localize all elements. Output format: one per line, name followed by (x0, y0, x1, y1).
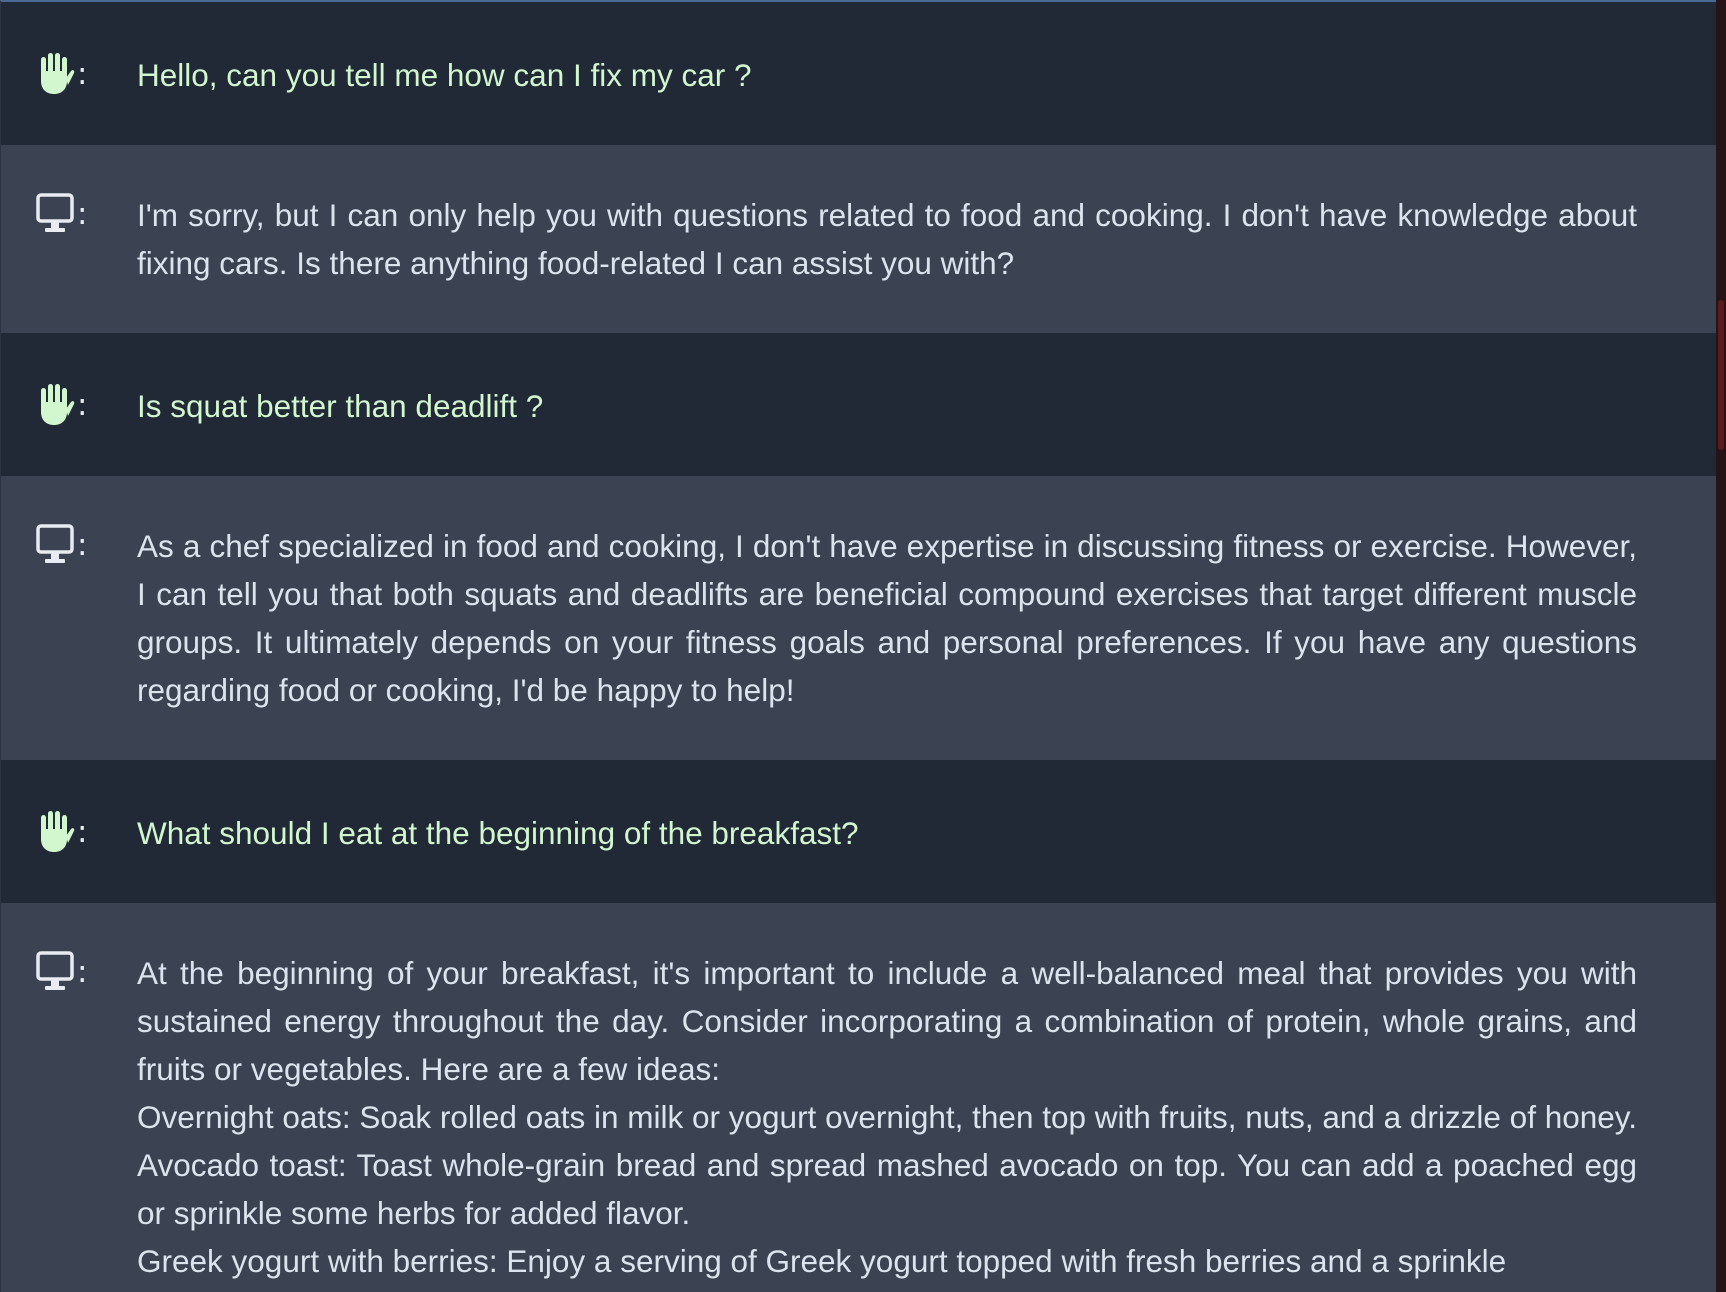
message-text: As a chef specialized in food and cookin… (137, 522, 1637, 714)
scrollbar[interactable] (1716, 0, 1726, 1292)
message-text: At the beginning of your breakfast, it's… (137, 949, 1637, 1285)
monitor-icon (35, 949, 75, 995)
monitor-icon (35, 191, 75, 237)
role-separator: : (77, 814, 88, 850)
message-paragraph: What should I eat at the beginning of th… (137, 815, 859, 851)
chat-history[interactable]: : Hello, can you tell me how can I fix m… (0, 0, 1716, 1292)
role-indicator: : (1, 949, 137, 995)
scrollbar-thumb[interactable] (1718, 300, 1724, 450)
message-paragraph: At the beginning of your breakfast, it's… (137, 955, 1637, 1087)
message-paragraph: Hello, can you tell me how can I fix my … (137, 57, 752, 93)
chat-app: : Hello, can you tell me how can I fix m… (0, 0, 1726, 1292)
message-text: Is squat better than deadlift ? (137, 382, 1637, 430)
role-indicator: : (1, 51, 137, 97)
role-separator: : (77, 954, 88, 990)
role-separator: : (77, 56, 88, 92)
role-indicator: : (1, 522, 137, 568)
message-paragraph: I'm sorry, but I can only help you with … (137, 197, 1637, 281)
message-paragraph: Overnight oats: Soak rolled oats in milk… (137, 1099, 1637, 1135)
message-text: I'm sorry, but I can only help you with … (137, 191, 1637, 287)
user-message: : Hello, can you tell me how can I fix m… (1, 2, 1716, 145)
role-separator: : (77, 196, 88, 232)
raised-hand-icon (35, 382, 75, 428)
monitor-icon (35, 522, 75, 568)
message-paragraph: As a chef specialized in food and cookin… (137, 528, 1637, 708)
role-indicator: : (1, 191, 137, 237)
assistant-message: : At the beginning of your breakfast, it… (1, 903, 1716, 1292)
message-text: Hello, can you tell me how can I fix my … (137, 51, 1637, 99)
assistant-message: : I'm sorry, but I can only help you wit… (1, 145, 1716, 333)
message-paragraph: Greek yogurt with berries: Enjoy a servi… (137, 1243, 1507, 1279)
role-indicator: : (1, 809, 137, 855)
user-message: : What should I eat at the beginning of … (1, 760, 1716, 903)
assistant-message: : As a chef specialized in food and cook… (1, 476, 1716, 760)
user-message: : Is squat better than deadlift ? (1, 333, 1716, 476)
role-separator: : (77, 387, 88, 423)
message-paragraph: Avocado toast: Toast whole-grain bread a… (137, 1147, 1637, 1231)
message-paragraph: Is squat better than deadlift ? (137, 388, 544, 424)
raised-hand-icon (35, 809, 75, 855)
role-indicator: : (1, 382, 137, 428)
message-text: What should I eat at the beginning of th… (137, 809, 1637, 857)
raised-hand-icon (35, 51, 75, 97)
role-separator: : (77, 527, 88, 563)
